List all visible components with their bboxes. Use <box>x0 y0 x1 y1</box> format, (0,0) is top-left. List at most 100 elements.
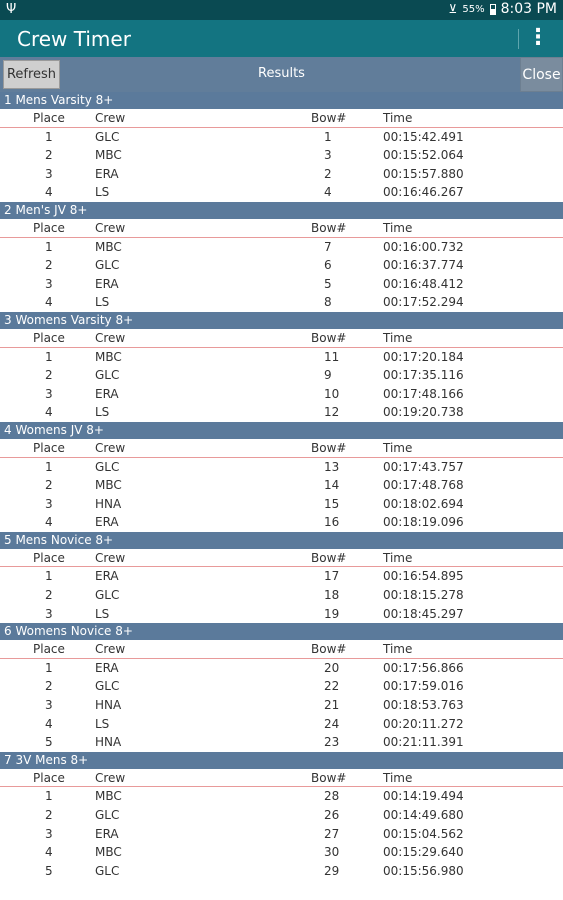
event-header[interactable]: 2 Men's JV 8+ <box>0 201 563 219</box>
result-time: 00:18:15.278 <box>383 588 464 603</box>
result-bow-number: 18 <box>324 588 340 603</box>
column-header-time: Time <box>383 330 413 345</box>
column-header-row: Place Crew Bow# Time <box>0 329 563 348</box>
result-crew: LS <box>95 606 110 621</box>
result-crew: GLC <box>95 129 120 144</box>
result-row[interactable]: 1 ERA 20 00:17:56.866 <box>0 659 563 678</box>
result-time: 00:17:59.016 <box>383 679 464 694</box>
usb-icon: Ψ <box>6 2 17 17</box>
result-row[interactable]: 2 GLC 18 00:18:15.278 <box>0 586 563 605</box>
result-row[interactable]: 2 MBC 3 00:15:52.064 <box>0 146 563 165</box>
result-row[interactable]: 3 ERA 5 00:16:48.412 <box>0 275 563 294</box>
result-row[interactable]: 1 MBC 7 00:16:00.732 <box>0 238 563 257</box>
result-row[interactable]: 2 MBC 14 00:17:48.768 <box>0 476 563 495</box>
result-place: 1 <box>45 459 53 474</box>
result-row[interactable]: 3 ERA 27 00:15:04.562 <box>0 825 563 844</box>
result-row[interactable]: 1 MBC 11 00:17:20.184 <box>0 348 563 367</box>
column-header-row: Place Crew Bow# Time <box>0 769 563 788</box>
result-bow-number: 29 <box>324 863 340 878</box>
event-section: 4 Womens JV 8+ Place Crew Bow# Time 1 GLC 13 00:… <box>0 421 563 532</box>
result-bow-number: 22 <box>324 679 340 694</box>
overflow-menu-icon[interactable]: ⋮ <box>527 25 549 51</box>
event-section: 6 Womens Novice 8+ Place Crew Bow# Time 1 ERA 2… <box>0 623 563 752</box>
result-time: 00:16:54.895 <box>383 569 464 584</box>
result-bow-number: 3 <box>324 148 332 163</box>
result-row[interactable]: 1 ERA 17 00:16:54.895 <box>0 567 563 586</box>
result-place: 1 <box>45 239 53 254</box>
result-bow-number: 19 <box>324 606 340 621</box>
results-list[interactable]: 1 Mens Varsity 8+ Place Crew Bow# Time 1 GLC 1 0… <box>0 92 563 880</box>
result-row[interactable]: 4 ERA 16 00:18:19.096 <box>0 513 563 532</box>
action-bar-divider <box>518 29 519 49</box>
result-place: 3 <box>45 606 53 621</box>
column-header-time: Time <box>383 220 413 235</box>
result-row[interactable]: 4 LS 12 00:19:20.738 <box>0 403 563 422</box>
event-header[interactable]: 4 Womens JV 8+ <box>0 421 563 439</box>
event-header[interactable]: 5 Mens Novice 8+ <box>0 531 563 549</box>
result-place: 2 <box>45 679 53 694</box>
result-time: 00:17:48.768 <box>383 478 464 493</box>
result-row[interactable]: 2 GLC 22 00:17:59.016 <box>0 677 563 696</box>
result-row[interactable]: 2 GLC 9 00:17:35.116 <box>0 366 563 385</box>
result-crew: MBC <box>95 789 122 804</box>
result-time: 00:15:57.880 <box>383 166 464 181</box>
status-indicators: ⊻ 55% 8:03 PM <box>449 1 557 17</box>
column-header-row: Place Crew Bow# Time <box>0 109 563 128</box>
result-row[interactable]: 4 LS 24 00:20:11.272 <box>0 715 563 734</box>
result-time: 00:17:52.294 <box>383 295 464 310</box>
result-bow-number: 9 <box>324 368 332 383</box>
event-header[interactable]: 6 Womens Novice 8+ <box>0 623 563 641</box>
column-header-bow: Bow# <box>311 440 347 455</box>
event-header[interactable]: 3 Womens Varsity 8+ <box>0 311 563 329</box>
battery-icon <box>489 3 496 15</box>
result-time: 00:18:19.096 <box>383 515 464 530</box>
result-bow-number: 24 <box>324 716 340 731</box>
event-header[interactable]: 7 3V Mens 8+ <box>0 751 563 769</box>
result-row[interactable]: 3 ERA 2 00:15:57.880 <box>0 165 563 184</box>
result-bow-number: 23 <box>324 735 340 750</box>
result-place: 1 <box>45 789 53 804</box>
result-row[interactable]: 3 HNA 15 00:18:02.694 <box>0 495 563 514</box>
result-row[interactable]: 1 GLC 13 00:17:43.757 <box>0 458 563 477</box>
result-place: 3 <box>45 698 53 713</box>
column-header-place: Place <box>33 440 65 455</box>
column-header-bow: Bow# <box>311 330 347 345</box>
result-time: 00:16:37.774 <box>383 258 464 273</box>
result-time: 00:20:11.272 <box>383 716 464 731</box>
result-bow-number: 1 <box>324 129 332 144</box>
result-time: 00:18:45.297 <box>383 606 464 621</box>
result-row[interactable]: 3 LS 19 00:18:45.297 <box>0 605 563 624</box>
result-row[interactable]: 1 MBC 28 00:14:19.494 <box>0 787 563 806</box>
result-row[interactable]: 5 GLC 29 00:15:56.980 <box>0 862 563 881</box>
result-row[interactable]: 3 ERA 10 00:17:48.166 <box>0 385 563 404</box>
result-time: 00:17:56.866 <box>383 660 464 675</box>
result-row[interactable]: 4 MBC 30 00:15:29.640 <box>0 843 563 862</box>
result-row[interactable]: 2 GLC 6 00:16:37.774 <box>0 256 563 275</box>
result-place: 2 <box>45 478 53 493</box>
result-row[interactable]: 2 GLC 26 00:14:49.680 <box>0 806 563 825</box>
event-section: 5 Mens Novice 8+ Place Crew Bow# Time 1 ERA 17 0… <box>0 531 563 624</box>
result-row[interactable]: 4 LS 8 00:17:52.294 <box>0 293 563 312</box>
result-place: 4 <box>45 515 53 530</box>
result-time: 00:15:42.491 <box>383 129 464 144</box>
result-row[interactable]: 5 HNA 23 00:21:11.391 <box>0 733 563 752</box>
result-bow-number: 7 <box>324 239 332 254</box>
column-header-time: Time <box>383 550 413 565</box>
results-toolbar: Refresh Results Close <box>0 57 563 92</box>
result-crew: ERA <box>95 166 119 181</box>
result-row[interactable]: 3 HNA 21 00:18:53.763 <box>0 696 563 715</box>
result-bow-number: 30 <box>324 845 340 860</box>
result-time: 00:15:52.064 <box>383 148 464 163</box>
result-bow-number: 12 <box>324 405 340 420</box>
column-header-crew: Crew <box>95 111 126 125</box>
result-time: 00:18:02.694 <box>383 496 464 511</box>
result-bow-number: 6 <box>324 258 332 273</box>
close-button[interactable]: Close <box>520 57 563 92</box>
result-crew: LS <box>95 405 110 420</box>
result-row[interactable]: 4 LS 4 00:16:46.267 <box>0 183 563 202</box>
result-crew: LS <box>95 716 110 731</box>
result-row[interactable]: 1 GLC 1 00:15:42.491 <box>0 128 563 147</box>
event-header[interactable]: 1 Mens Varsity 8+ <box>0 92 563 109</box>
column-header-place: Place <box>33 642 65 657</box>
signal-icon: ⊻ <box>448 2 458 16</box>
